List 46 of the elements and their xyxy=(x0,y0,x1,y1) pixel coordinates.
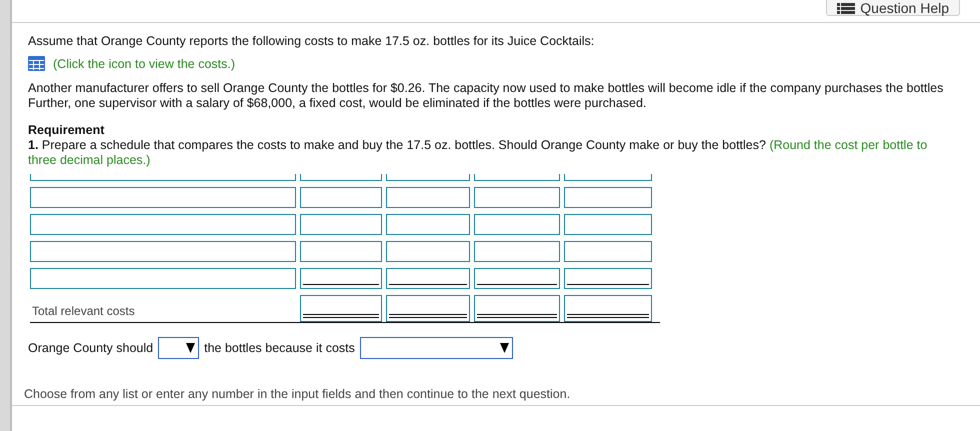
answer-text: the bottles because it costs xyxy=(204,341,355,355)
input-field[interactable] xyxy=(300,214,382,235)
input-field[interactable] xyxy=(474,214,560,235)
input-field[interactable] xyxy=(300,268,382,289)
requirement-text: 1. Prepare a schedule that compares the costs to make and buy the 17.5 oz. bottles. Should Orange County make or buy the bottles? (Round the cost per bottle to three decimal places.) xyxy=(28,138,928,168)
input-field[interactable] xyxy=(300,295,382,322)
input-field[interactable] xyxy=(386,295,470,322)
input-field[interactable] xyxy=(564,268,652,289)
view-costs-link[interactable]: (Click the icon to view the costs.) xyxy=(53,56,236,70)
input-field[interactable] xyxy=(30,268,296,289)
input-field[interactable] xyxy=(30,187,296,208)
input-field[interactable] xyxy=(474,174,560,181)
input-field[interactable] xyxy=(30,241,296,262)
input-field[interactable] xyxy=(300,174,382,181)
input-field[interactable] xyxy=(386,174,470,181)
input-field[interactable] xyxy=(474,295,560,322)
dropdown[interactable] xyxy=(158,337,200,359)
input-field[interactable] xyxy=(564,187,652,208)
input-field[interactable] xyxy=(30,214,296,235)
input-field[interactable] xyxy=(564,214,652,235)
input-field[interactable] xyxy=(564,241,652,262)
question-help-button[interactable]: Question Help xyxy=(826,0,960,16)
input-field[interactable] xyxy=(564,295,652,322)
dropdown[interactable] xyxy=(360,337,513,359)
intro-text: Assume that Orange County reports the following costs to make 17.5 oz. bottles for its Juice Cocktails: xyxy=(28,34,596,49)
input-field[interactable] xyxy=(386,268,470,289)
caret-icon xyxy=(500,343,509,353)
row-label: Total relevant costs xyxy=(31,304,136,320)
list-icon xyxy=(837,3,856,15)
input-field[interactable] xyxy=(474,241,560,262)
input-field[interactable] xyxy=(386,214,470,235)
answer-text: Orange County should xyxy=(28,341,154,355)
input-field[interactable] xyxy=(386,241,470,262)
input-field[interactable] xyxy=(474,268,560,289)
input-field[interactable] xyxy=(564,174,652,181)
table-icon[interactable] xyxy=(28,56,45,71)
requirement-heading: Requirement xyxy=(28,123,106,138)
paragraph-text: Another manufacturer offers to sell Orange County the bottles for $0.26. The capacity now used to make bottles will become idle if the company purchases the bottles xyxy=(28,81,944,96)
instruction-text: Choose from any list or enter any number in the input fields and then continue to the next question. xyxy=(24,387,572,401)
input-field[interactable] xyxy=(300,241,382,262)
input-field[interactable] xyxy=(300,187,382,208)
caret-icon xyxy=(186,343,196,353)
paragraph-text: Further, one supervisor with a salary of $68,000, a fixed cost, would be eliminated if the bottles were purchased. xyxy=(28,96,648,111)
input-field[interactable] xyxy=(30,174,296,181)
input-field[interactable] xyxy=(474,187,560,208)
input-field[interactable] xyxy=(386,187,470,208)
